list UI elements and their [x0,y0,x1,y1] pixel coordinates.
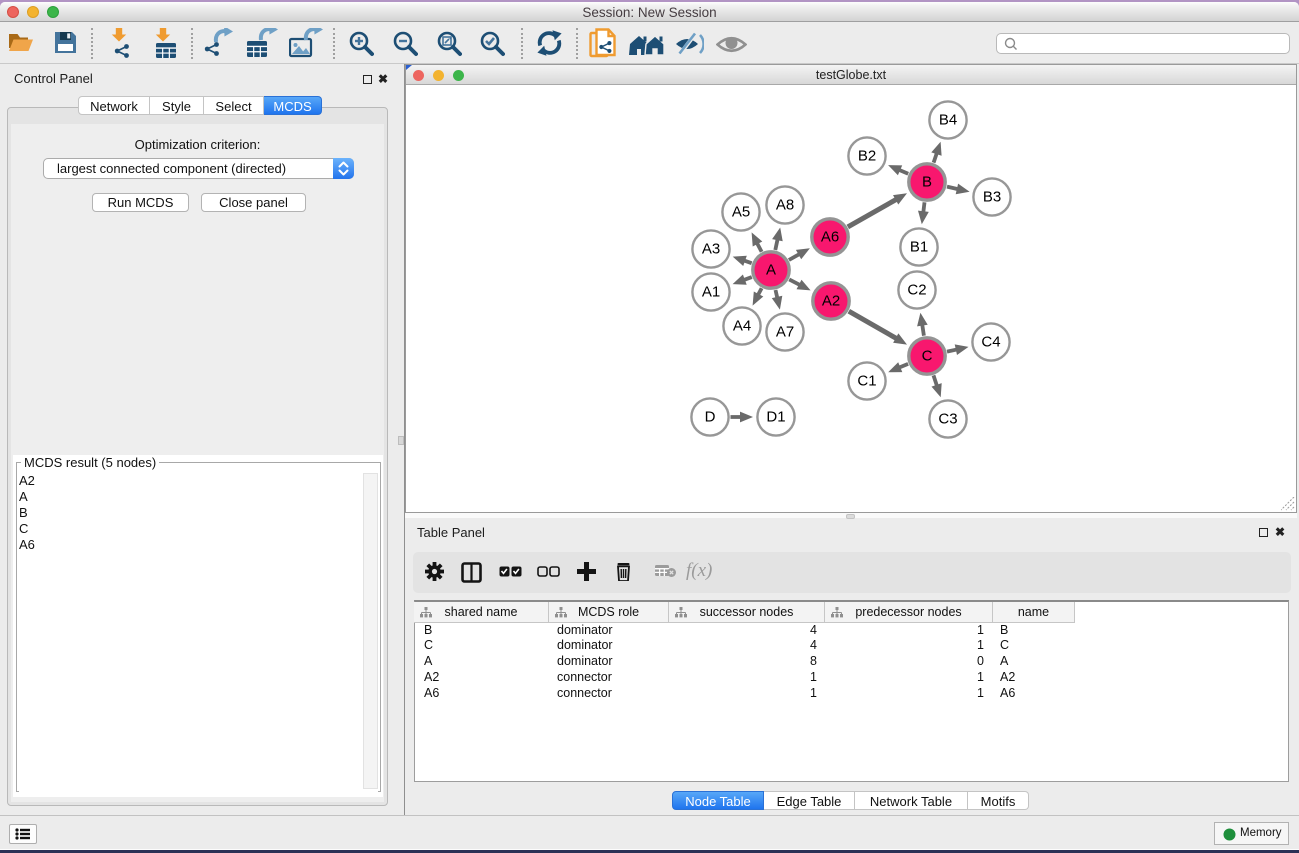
svg-text:A3: A3 [702,241,720,258]
svg-text:B1: B1 [910,239,928,256]
svg-text:A6: A6 [821,229,839,246]
svg-text:A5: A5 [732,204,750,221]
svg-text:D: D [705,409,716,426]
svg-text:B3: B3 [983,189,1001,206]
svg-text:B2: B2 [858,148,876,165]
svg-text:B4: B4 [939,112,957,129]
svg-text:A: A [766,262,776,279]
svg-text:B: B [922,174,932,191]
svg-text:D1: D1 [766,409,785,426]
svg-text:C2: C2 [907,282,926,299]
svg-text:C3: C3 [938,411,957,428]
svg-text:C: C [922,348,933,365]
svg-text:C4: C4 [981,334,1000,351]
svg-text:A1: A1 [702,284,720,301]
svg-text:A2: A2 [822,293,840,310]
svg-text:A4: A4 [733,318,751,335]
svg-text:A8: A8 [776,197,794,214]
svg-text:A7: A7 [776,324,794,341]
svg-text:C1: C1 [857,373,876,390]
